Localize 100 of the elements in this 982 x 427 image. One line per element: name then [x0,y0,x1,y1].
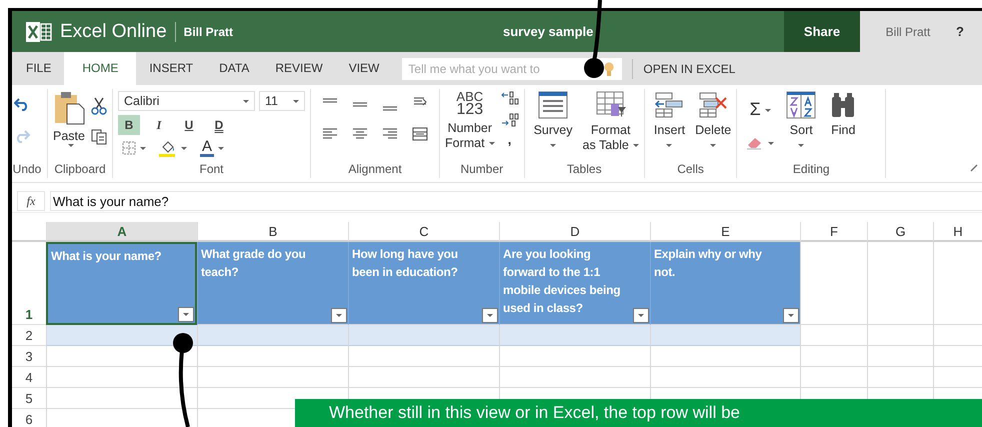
ribbon-group-label: Alignment [347,162,403,178]
number-format-button[interactable]: ABC 123 Number Format [445,91,495,151]
clear-button[interactable] [746,136,774,150]
owner-name[interactable]: Bill Pratt [184,24,234,38]
font-style-button[interactable]: U [178,115,200,135]
grid-cell[interactable] [800,242,867,325]
cut-icon[interactable] [91,97,107,115]
grid-cell[interactable] [46,367,197,388]
grid-cell[interactable] [800,346,867,367]
grid-cell[interactable] [650,325,800,346]
open-in-excel-link[interactable]: OPEN IN EXCEL [643,62,736,76]
grid-cell[interactable] [46,388,197,409]
tell-me-field[interactable]: Tell me what you want to [402,58,622,80]
grid-cell[interactable] [933,242,982,325]
filter-dropdown-button[interactable] [482,308,498,323]
grid-cell[interactable] [650,346,800,367]
autosum-button[interactable]: Σ [750,99,771,120]
font-size-dropdown[interactable]: 11 [259,91,305,111]
clipboard-icon [53,91,85,125]
grid-cell[interactable] [800,367,867,388]
expand-ribbon-icon[interactable] [970,164,978,172]
grid-cell[interactable] [499,367,650,388]
ribbon-group-label: Tables [566,162,603,178]
grid-cell[interactable] [800,325,867,346]
borders-icon[interactable] [122,141,136,155]
column-header[interactable]: G [867,222,933,242]
font-color-button[interactable]: A [200,140,214,156]
row-header[interactable]: 3 [12,346,46,367]
decrease-decimal-icon[interactable] [500,113,519,127]
find-button[interactable]: Find [828,91,858,138]
grid-cell[interactable] [499,346,650,367]
header-text: Explain why or why not. [654,246,763,281]
fill-color-icon[interactable] [159,139,177,157]
copy-icon[interactable] [91,129,107,145]
grid-cell[interactable] [867,325,933,346]
ribbon-group-label: Number [459,162,504,178]
grid-cell[interactable] [933,367,982,388]
ribbon-tab[interactable]: REVIEW [262,52,336,85]
document-title: survey sample [503,24,594,39]
grid-cell[interactable] [197,325,348,346]
grid-cell[interactable] [933,346,982,367]
undo-icon[interactable] [14,97,30,111]
formula-field[interactable]: What is your name? [50,191,982,211]
font-name-dropdown[interactable]: Calibri [118,91,255,111]
grid-cell[interactable] [197,367,348,388]
increase-decimal-icon[interactable] [500,91,519,105]
grid-cell[interactable] [348,325,499,346]
header-text: What is your name? [51,248,162,265]
filter-dropdown-button[interactable] [783,308,799,323]
ribbon-tab[interactable]: INSERT [136,52,206,85]
share-button[interactable]: Share [784,11,860,52]
column-header[interactable]: H [933,222,982,242]
font-style-button[interactable]: D [208,115,230,135]
survey-button[interactable]: Survey [534,91,572,147]
align-icon[interactable] [412,127,428,141]
comma-style-button[interactable]: , [508,135,512,145]
account-name[interactable]: Bill Pratt [860,11,956,52]
lightbulb-icon [604,62,614,76]
grid-cell[interactable] [867,242,933,325]
callout-text: Whether still in this view or in Excel, the top row will be [329,403,740,422]
ribbon-tab[interactable]: VIEW [336,52,392,85]
sort-button[interactable]: Sort [786,91,816,147]
filter-dropdown-button[interactable] [178,307,194,322]
align-icon[interactable] [322,127,338,141]
ribbon-group-label: Editing [792,162,831,178]
header-text: Are you looking forward to the 1:1 mobile devices being used in class? [503,246,622,317]
font-style-button[interactable]: B [118,115,140,135]
grid-cell[interactable] [867,367,933,388]
filter-dropdown-button[interactable] [331,308,347,323]
delete-button[interactable]: Delete [695,91,732,147]
row-header[interactable]: 6 [12,409,46,427]
grid-cell[interactable] [650,367,800,388]
format-as-table-button[interactable]: Format as Table [582,91,639,153]
header-text: What grade do you teach? [201,246,307,281]
align-icon[interactable] [352,127,368,141]
app-name: Excel Online [60,20,167,42]
function-label[interactable]: fx [17,191,45,211]
row-header[interactable]: 5 [12,388,46,409]
form-icon [538,91,568,119]
grid-cell[interactable] [867,346,933,367]
grid-cell[interactable] [933,325,982,346]
grid-cell[interactable] [197,346,348,367]
paste-button[interactable]: Paste [53,91,85,147]
help-button[interactable]: ? [956,11,982,52]
column-header[interactable]: A [46,222,197,242]
align-icon[interactable] [382,127,398,141]
grid-cell[interactable] [348,346,499,367]
grid-cell[interactable] [348,367,499,388]
insert-button[interactable]: Insert [654,91,686,147]
table-filter-icon [596,91,626,119]
ribbon-tab[interactable]: HOME [64,52,136,85]
ribbon-tab[interactable]: FILE [12,52,64,85]
column-header[interactable]: F [800,222,867,242]
filter-dropdown-button[interactable] [633,308,649,323]
excel-logo-icon [26,20,52,42]
grid-cell[interactable] [46,325,197,346]
grid-cell[interactable] [499,325,650,346]
row-header[interactable]: 4 [12,367,46,388]
font-style-button[interactable]: I [148,115,170,135]
ribbon-tab[interactable]: DATA [206,52,262,85]
